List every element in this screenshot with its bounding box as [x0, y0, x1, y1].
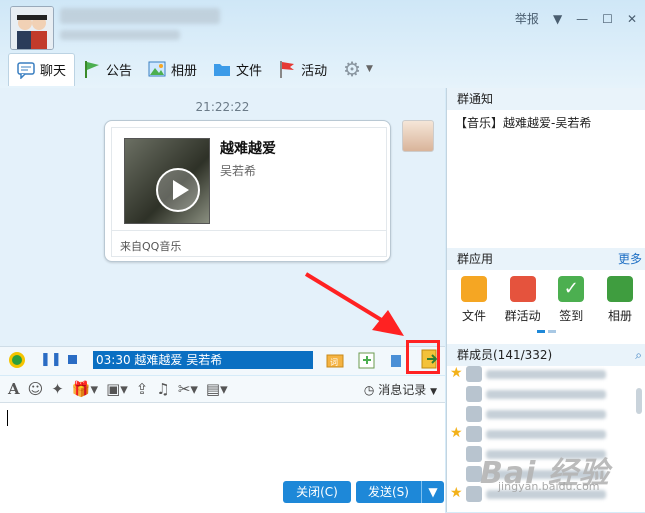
- app-files[interactable]: 文件: [452, 276, 496, 324]
- app-album[interactable]: 相册: [598, 276, 642, 324]
- font-icon[interactable]: A: [8, 380, 20, 398]
- tab-announcement[interactable]: 公告: [75, 54, 140, 84]
- magic-icon[interactable]: ✦: [51, 380, 64, 398]
- list-item[interactable]: [446, 404, 636, 424]
- dropdown-icon[interactable]: ▼: [553, 12, 562, 26]
- send-options-chevron-icon[interactable]: ▼: [421, 481, 444, 503]
- search-icon[interactable]: ⌕: [635, 344, 642, 366]
- admin-star-icon: ★: [450, 365, 463, 381]
- tab-chat[interactable]: 聊天: [8, 52, 76, 86]
- app-checkin[interactable]: ✓ 签到: [549, 276, 593, 324]
- music-note-icon[interactable]: [389, 351, 403, 369]
- annotation-arrow-icon: [304, 272, 404, 336]
- group-avatar-icon: [11, 7, 53, 49]
- tab-bar: 聊天 公告 相册 文件 活动 ⚙ ▼: [8, 52, 381, 86]
- gift-icon[interactable]: 🎁▾: [72, 380, 98, 398]
- tab-album[interactable]: 相册: [140, 54, 205, 84]
- music-message-bubble[interactable]: 越难越爱 吴若希 来自QQ音乐: [104, 120, 391, 262]
- emoji-icon[interactable]: ☺: [28, 380, 44, 398]
- now-playing-display: 03:30 越难越爱 吴若希: [93, 351, 313, 369]
- report-link[interactable]: 举报: [515, 10, 539, 27]
- play-icon[interactable]: [156, 168, 200, 212]
- clock-icon: ◷: [363, 383, 375, 397]
- sender-avatar[interactable]: [402, 120, 434, 152]
- message-history-label: 消息记录: [378, 383, 427, 397]
- close-icon[interactable]: ✕: [627, 12, 637, 26]
- window-controls: 举报 ▼ — ☐ ✕: [515, 10, 637, 27]
- music-source: 来自QQ音乐: [120, 240, 182, 253]
- scissors-icon[interactable]: ✂▾: [178, 380, 198, 398]
- app-activity[interactable]: 群活动: [501, 276, 545, 324]
- page-indicator: [537, 330, 556, 333]
- admin-star-icon: ★: [450, 485, 463, 501]
- members-header-label: 群成员(141/332): [457, 348, 553, 362]
- lyrics-icon[interactable]: 词: [326, 351, 344, 369]
- settings-menu[interactable]: ⚙ ▼: [335, 54, 381, 84]
- checkin-icon: ✓: [558, 276, 585, 302]
- music-card[interactable]: 越难越爱 吴若希 来自QQ音乐: [111, 127, 387, 257]
- album-cover[interactable]: [124, 138, 210, 224]
- photo-icon: [606, 276, 633, 302]
- tab-album-label: 相册: [171, 63, 198, 79]
- stop-icon[interactable]: [68, 355, 77, 364]
- upload-icon[interactable]: ⇪: [136, 380, 149, 398]
- app-activity-label: 群活动: [504, 309, 541, 323]
- notice-item[interactable]: 【音乐】越难越爱-吴若希: [455, 114, 591, 131]
- pause-icon[interactable]: ❚❚: [40, 352, 62, 367]
- folder-icon: [214, 64, 231, 76]
- message-timestamp: 21:22:22: [195, 100, 250, 114]
- app-album-label: 相册: [607, 309, 632, 323]
- group-desc-blurred: [60, 30, 180, 40]
- input-toolbar: A ☺ ✦ 🎁▾ ▣▾ ⇪ ♫ ✂▾ ▤▾ ◷ 消息记录 ▼: [0, 376, 445, 402]
- admin-star-icon: ★: [450, 425, 463, 441]
- apps-header-label: 群应用: [457, 252, 494, 266]
- members-header: 群成员(141/332) ⌕: [447, 344, 645, 366]
- app-files-label: 文件: [461, 309, 486, 323]
- scrollbar-thumb[interactable]: [636, 388, 642, 414]
- folder-icon: [461, 276, 487, 302]
- group-apps: 文件 群活动 ✓ 签到 相册: [452, 276, 642, 324]
- qq-music-icon[interactable]: [8, 351, 26, 369]
- video-icon[interactable]: ▤▾: [206, 380, 228, 398]
- tab-announcement-label: 公告: [106, 63, 133, 79]
- highlight-box: [406, 340, 440, 374]
- card-divider: [112, 230, 386, 231]
- apps-header: 群应用 更多: [447, 248, 645, 270]
- tab-chat-label: 聊天: [40, 64, 67, 79]
- song-title: 越难越爱: [220, 141, 276, 157]
- send-button-label: 发送(S): [368, 485, 409, 499]
- svg-text:词: 词: [330, 358, 338, 367]
- tab-files-label: 文件: [236, 63, 263, 79]
- activity-icon: [509, 276, 536, 302]
- group-avatar[interactable]: [10, 6, 54, 50]
- song-artist: 吴若希: [220, 164, 257, 178]
- image-icon[interactable]: ▣▾: [106, 380, 128, 398]
- tab-activity[interactable]: 活动: [270, 54, 335, 84]
- watermark-url: jingyan.baidu.com: [498, 480, 600, 493]
- maximize-icon[interactable]: ☐: [602, 12, 613, 26]
- chat-icon: [17, 61, 35, 79]
- minimize-icon[interactable]: —: [576, 12, 588, 26]
- chevron-down-icon: ▼: [366, 64, 373, 74]
- group-name-blurred: [60, 8, 220, 24]
- close-button[interactable]: 关闭(C): [283, 481, 351, 503]
- list-item[interactable]: ★: [446, 424, 636, 444]
- music-icon[interactable]: ♫: [156, 380, 169, 398]
- list-item[interactable]: ★: [446, 364, 636, 384]
- tab-files[interactable]: 文件: [205, 54, 270, 84]
- app-checkin-label: 签到: [559, 309, 584, 323]
- chevron-down-icon: ▼: [430, 387, 437, 397]
- apps-more-link[interactable]: 更多: [618, 248, 642, 270]
- playlist-add-icon[interactable]: [358, 351, 376, 369]
- send-button[interactable]: 发送(S) ▼: [356, 481, 444, 503]
- gear-icon: ⚙: [343, 57, 362, 81]
- message-history-button[interactable]: ◷ 消息记录 ▼: [364, 381, 437, 398]
- text-caret: [7, 410, 8, 426]
- notice-header: 群通知: [447, 88, 645, 110]
- flag-icon: [85, 61, 100, 78]
- tab-activity-label: 活动: [301, 63, 328, 79]
- list-item[interactable]: [446, 384, 636, 404]
- red-flag-icon: [280, 61, 295, 78]
- photo-icon: [148, 61, 166, 77]
